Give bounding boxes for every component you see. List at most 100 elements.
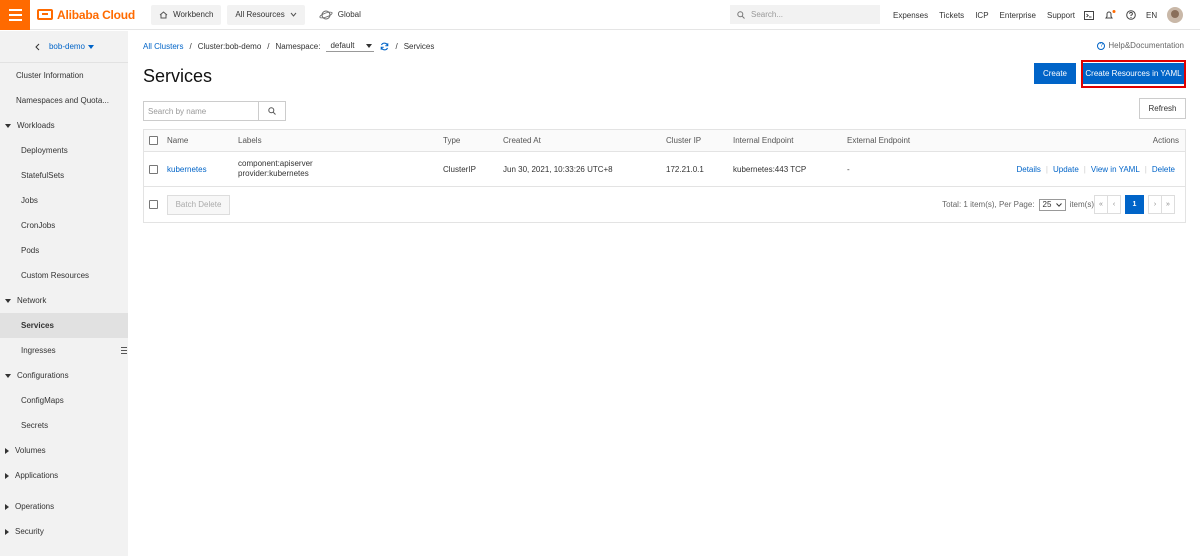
create-button[interactable]: Create (1034, 63, 1076, 84)
sidebar-group-operations[interactable]: Operations (0, 494, 128, 519)
details-link[interactable]: Details (1016, 165, 1040, 174)
all-resources-dropdown[interactable]: All Resources (227, 4, 305, 25)
language-selector[interactable]: EN (1146, 11, 1157, 20)
sidebar-item-services[interactable]: Services (0, 313, 128, 338)
alibaba-cloud-logo[interactable]: Alibaba Cloud (37, 8, 135, 22)
support-link[interactable]: Support (1047, 11, 1075, 20)
breadcrumb: All Clusters / Cluster:bob-demo / Namesp… (143, 41, 434, 52)
caret-right-icon (5, 503, 9, 510)
label-item: component:apiserver (238, 159, 313, 168)
search-button[interactable] (258, 102, 285, 120)
workbench-button[interactable]: Workbench (151, 4, 222, 25)
select-all-footer-checkbox[interactable] (149, 200, 158, 209)
service-name-link[interactable]: kubernetes (167, 152, 207, 186)
type-cell: ClusterIP (443, 164, 476, 174)
last-page-button[interactable]: » (1161, 195, 1175, 214)
select-all-checkbox[interactable] (149, 136, 158, 145)
enterprise-link[interactable]: Enterprise (1000, 11, 1036, 20)
search-by-name (143, 101, 286, 121)
sidebar-item-label: Services (21, 321, 54, 330)
help-label: Help&Documentation (1108, 41, 1184, 50)
sidebar-item-cronjobs[interactable]: CronJobs (0, 213, 128, 238)
breadcrumb-all-clusters[interactable]: All Clusters (143, 42, 183, 51)
chevron-left-icon[interactable] (34, 43, 40, 51)
sidebar-item-label: StatefulSets (21, 171, 65, 180)
sidebar-item-deployments[interactable]: Deployments (0, 138, 128, 163)
page-title: Services (143, 66, 213, 86)
collapse-sidebar-icon[interactable] (120, 343, 128, 357)
home-icon (159, 10, 168, 18)
column-header-external-endpoint: External Endpoint (847, 136, 911, 145)
label-item: provider:kubernetes (238, 169, 309, 178)
sidebar-item-ingresses[interactable]: Ingresses (0, 338, 128, 363)
cluster-selector[interactable]: bob-demo (0, 31, 128, 63)
main-content: All Clusters / Cluster:bob-demo / Namesp… (143, 31, 1186, 556)
sidebar-group-configurations[interactable]: Configurations (0, 363, 128, 388)
menu-icon[interactable] (0, 0, 30, 30)
row-checkbox[interactable] (149, 164, 158, 174)
sidebar-item-namespaces-and-quota[interactable]: Namespaces and Quota... (0, 88, 128, 113)
update-link[interactable]: Update (1053, 165, 1079, 174)
sidebar-item-label: ConfigMaps (21, 396, 64, 405)
per-page-select[interactable]: 25 (1038, 198, 1066, 211)
expenses-link[interactable]: Expenses (893, 11, 928, 20)
top-icons: EN (1084, 0, 1184, 30)
cluster-name: bob-demo (48, 42, 86, 51)
sidebar-item-label: Security (15, 527, 44, 536)
sidebar-item-statefulsets[interactable]: StatefulSets (0, 163, 128, 188)
sidebar-item-label: Deployments (21, 146, 68, 155)
tickets-link[interactable]: Tickets (939, 11, 964, 20)
globe-icon (319, 10, 333, 19)
breadcrumb-separator: / (189, 42, 192, 51)
sidebar-item-label: Volumes (15, 446, 46, 455)
terminal-icon[interactable] (1084, 10, 1094, 20)
first-page-button[interactable]: « (1094, 195, 1108, 214)
bell-icon[interactable] (1104, 9, 1116, 21)
avatar[interactable] (1167, 7, 1184, 23)
region-label: Global (337, 10, 361, 19)
sidebar-item-jobs[interactable]: Jobs (0, 188, 128, 213)
column-header-cluster-ip: Cluster IP (666, 136, 702, 145)
refresh-namespace-icon[interactable] (380, 42, 389, 51)
search-input[interactable] (144, 102, 258, 120)
help-icon[interactable] (1126, 10, 1136, 20)
action-separator: | (1083, 164, 1086, 174)
sidebar-item-label: Secrets (21, 421, 49, 430)
column-header-name: Name (167, 136, 189, 145)
sidebar-item-label: Namespaces and Quota... (16, 96, 109, 105)
sidebar-group-volumes[interactable]: Volumes (0, 438, 128, 463)
caret-down-icon (366, 43, 373, 48)
help-documentation-link[interactable]: ? Help&Documentation (1097, 41, 1184, 50)
caret-right-icon (5, 528, 9, 535)
sidebar-item-configmaps[interactable]: ConfigMaps (0, 388, 128, 413)
sidebar-group-workloads[interactable]: Workloads (0, 113, 128, 138)
region-selector[interactable]: Global (319, 10, 361, 20)
sidebar-group-network[interactable]: Network (0, 288, 128, 313)
cluster-ip-cell: 172.21.0.1 (666, 164, 704, 174)
global-search-input[interactable]: Search... (730, 5, 880, 24)
breadcrumb-separator: / (395, 42, 398, 51)
sidebar-item-label: Applications (15, 471, 59, 480)
table-header: Name Labels Type Created At Cluster IP I… (144, 130, 1185, 152)
next-page-button[interactable]: › (1148, 195, 1162, 214)
view-in-yaml-link[interactable]: View in YAML (1091, 165, 1140, 174)
sidebar-item-pods[interactable]: Pods (0, 238, 128, 263)
sidebar-item-custom-resources[interactable]: Custom Resources (0, 263, 128, 288)
sidebar-item-cluster-information[interactable]: Cluster Information (0, 63, 128, 88)
page-1-button[interactable]: 1 (1125, 195, 1144, 214)
sidebar-item-secrets[interactable]: Secrets (0, 413, 128, 438)
sidebar-group-applications[interactable]: Applications (0, 463, 128, 488)
sidebar-item-label: Ingresses (21, 346, 56, 355)
caret-down-icon (5, 298, 11, 303)
sidebar-item-label: Network (17, 296, 47, 305)
namespace-select[interactable]: default (326, 41, 375, 52)
icp-link[interactable]: ICP (975, 11, 988, 20)
action-separator: | (1144, 164, 1147, 174)
sidebar-group-security[interactable]: Security (0, 519, 128, 544)
refresh-button[interactable]: Refresh (1139, 98, 1186, 119)
prev-page-button[interactable]: ‹ (1107, 195, 1121, 214)
breadcrumb-cluster[interactable]: Cluster:bob-demo (198, 42, 262, 51)
column-header-type: Type (443, 136, 461, 145)
delete-link[interactable]: Delete (1152, 165, 1175, 174)
batch-delete-button[interactable]: Batch Delete (167, 194, 230, 215)
